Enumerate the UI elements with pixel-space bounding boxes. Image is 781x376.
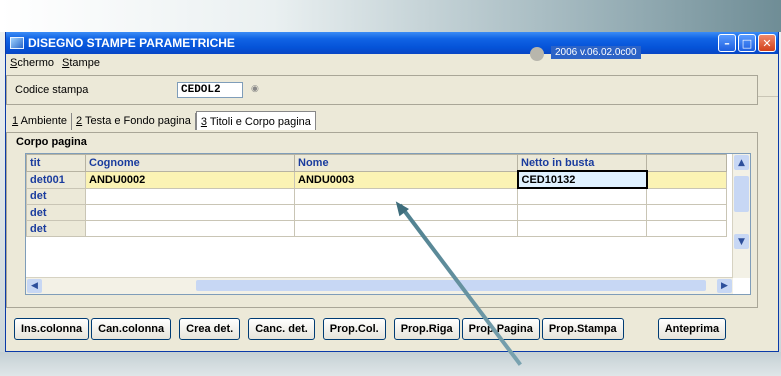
horizontal-scrollbar[interactable]: ◀ ▶ <box>26 277 733 294</box>
grid-cell[interactable] <box>646 220 727 237</box>
menu-schermo[interactable]: Schermo <box>10 57 54 69</box>
tab-ambiente[interactable]: 1 Ambiente <box>8 113 73 130</box>
canc-det-button[interactable]: Canc. det. <box>248 318 315 340</box>
lookup-icon[interactable]: ◉ <box>251 84 259 94</box>
prop-col-button[interactable]: Prop.Col. <box>322 318 386 340</box>
can-colonna-button[interactable]: Can.colonna <box>91 318 172 340</box>
menu-bar: Schermo Stampe <box>6 54 778 72</box>
grid-cell-focused[interactable]: CED10132 <box>516 170 648 189</box>
bottom-shadow <box>0 352 781 376</box>
status-dot-icon <box>530 47 544 61</box>
table-row[interactable]: det001 ANDU0002 ANDU0003 CED10132 <box>26 170 727 189</box>
grid-cell[interactable] <box>646 187 727 205</box>
app-icon <box>10 37 24 49</box>
title-bar[interactable]: DISEGNO STAMPE PARAMETRICHE – □ ✕ <box>6 32 778 54</box>
scroll-thumb[interactable] <box>734 176 749 212</box>
crea-det-button[interactable]: Crea det. <box>179 318 241 340</box>
corpo-grid: tit Cognome Nome Netto in busta det001 A… <box>25 153 751 295</box>
maximize-button[interactable]: □ <box>738 34 756 52</box>
close-button[interactable]: ✕ <box>758 34 776 52</box>
tab-strip: 1 Ambiente 2 Testa e Fondo pagina 3 Tito… <box>8 111 316 130</box>
grid-cell[interactable] <box>517 204 647 221</box>
grid-cell[interactable] <box>646 170 727 189</box>
window-title: DISEGNO STAMPE PARAMETRICHE <box>28 36 235 50</box>
background-banner <box>0 0 781 32</box>
grid-header-row: tit Cognome Nome Netto in busta <box>26 154 727 172</box>
grid-cell[interactable] <box>294 220 518 237</box>
row-header[interactable]: det <box>26 220 86 237</box>
table-row[interactable]: det <box>26 220 727 237</box>
grid-cell[interactable]: ANDU0003 <box>294 170 518 189</box>
column-header[interactable]: tit <box>26 154 86 172</box>
scroll-left-icon[interactable]: ◀ <box>27 279 42 293</box>
prop-stampa-button[interactable]: Prop.Stampa <box>541 318 624 340</box>
row-header[interactable]: det001 <box>26 170 86 189</box>
minimize-button[interactable]: – <box>718 34 736 52</box>
tab-titoli-corpo[interactable]: 3 Titoli e Corpo pagina <box>195 111 316 130</box>
tab-testa-fondo[interactable]: 2 Testa e Fondo pagina <box>72 113 196 130</box>
ins-colonna-button[interactable]: Ins.colonna <box>14 318 90 340</box>
menu-stampe[interactable]: Stampe <box>62 57 100 69</box>
column-header[interactable]: Netto in busta <box>517 154 647 172</box>
row-header[interactable]: det <box>26 187 86 205</box>
column-header[interactable] <box>646 154 727 172</box>
column-header[interactable]: Cognome <box>85 154 295 172</box>
prop-riga-button[interactable]: Prop.Riga <box>393 318 460 340</box>
scroll-thumb[interactable] <box>196 280 706 291</box>
codice-panel: Codice stampa CEDOL2 ◉ <box>6 75 758 105</box>
codice-label: Codice stampa <box>15 84 89 96</box>
anteprima-button[interactable]: Anteprima <box>657 318 727 340</box>
column-header[interactable]: Nome <box>294 154 518 172</box>
scroll-up-icon[interactable]: ▲ <box>734 155 749 170</box>
grid-cell[interactable] <box>294 187 518 205</box>
grid-cell[interactable] <box>517 220 647 237</box>
version-label: 2006 v.06.02.0c00 <box>551 46 641 59</box>
table-row[interactable]: det <box>26 204 727 221</box>
scroll-right-icon[interactable]: ▶ <box>717 279 732 293</box>
codice-input[interactable]: CEDOL2 <box>177 82 243 98</box>
scroll-down-icon[interactable]: ▼ <box>734 234 749 249</box>
grid-cell[interactable] <box>85 204 295 221</box>
grid-cell[interactable] <box>85 220 295 237</box>
grid-cell[interactable] <box>517 187 647 205</box>
vertical-scrollbar[interactable]: ▲ ▼ <box>732 154 750 278</box>
grid-cell[interactable]: ANDU0002 <box>85 170 295 189</box>
corpo-legend: Corpo pagina <box>14 136 89 148</box>
table-row[interactable]: det <box>26 187 727 205</box>
row-header[interactable]: det <box>26 204 86 221</box>
action-buttons: Ins.colonna Can.colonna Crea det. Canc. … <box>14 318 727 340</box>
grid-cell[interactable] <box>646 204 727 221</box>
grid-cell[interactable] <box>85 187 295 205</box>
